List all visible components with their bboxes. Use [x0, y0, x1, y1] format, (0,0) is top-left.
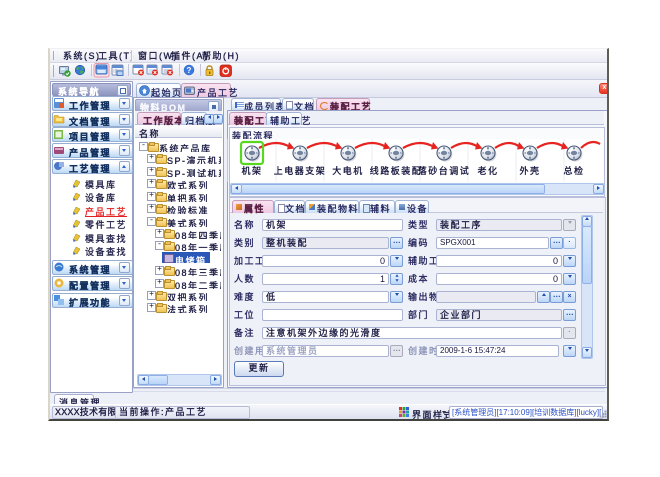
svg-text:?: ?	[187, 66, 192, 75]
